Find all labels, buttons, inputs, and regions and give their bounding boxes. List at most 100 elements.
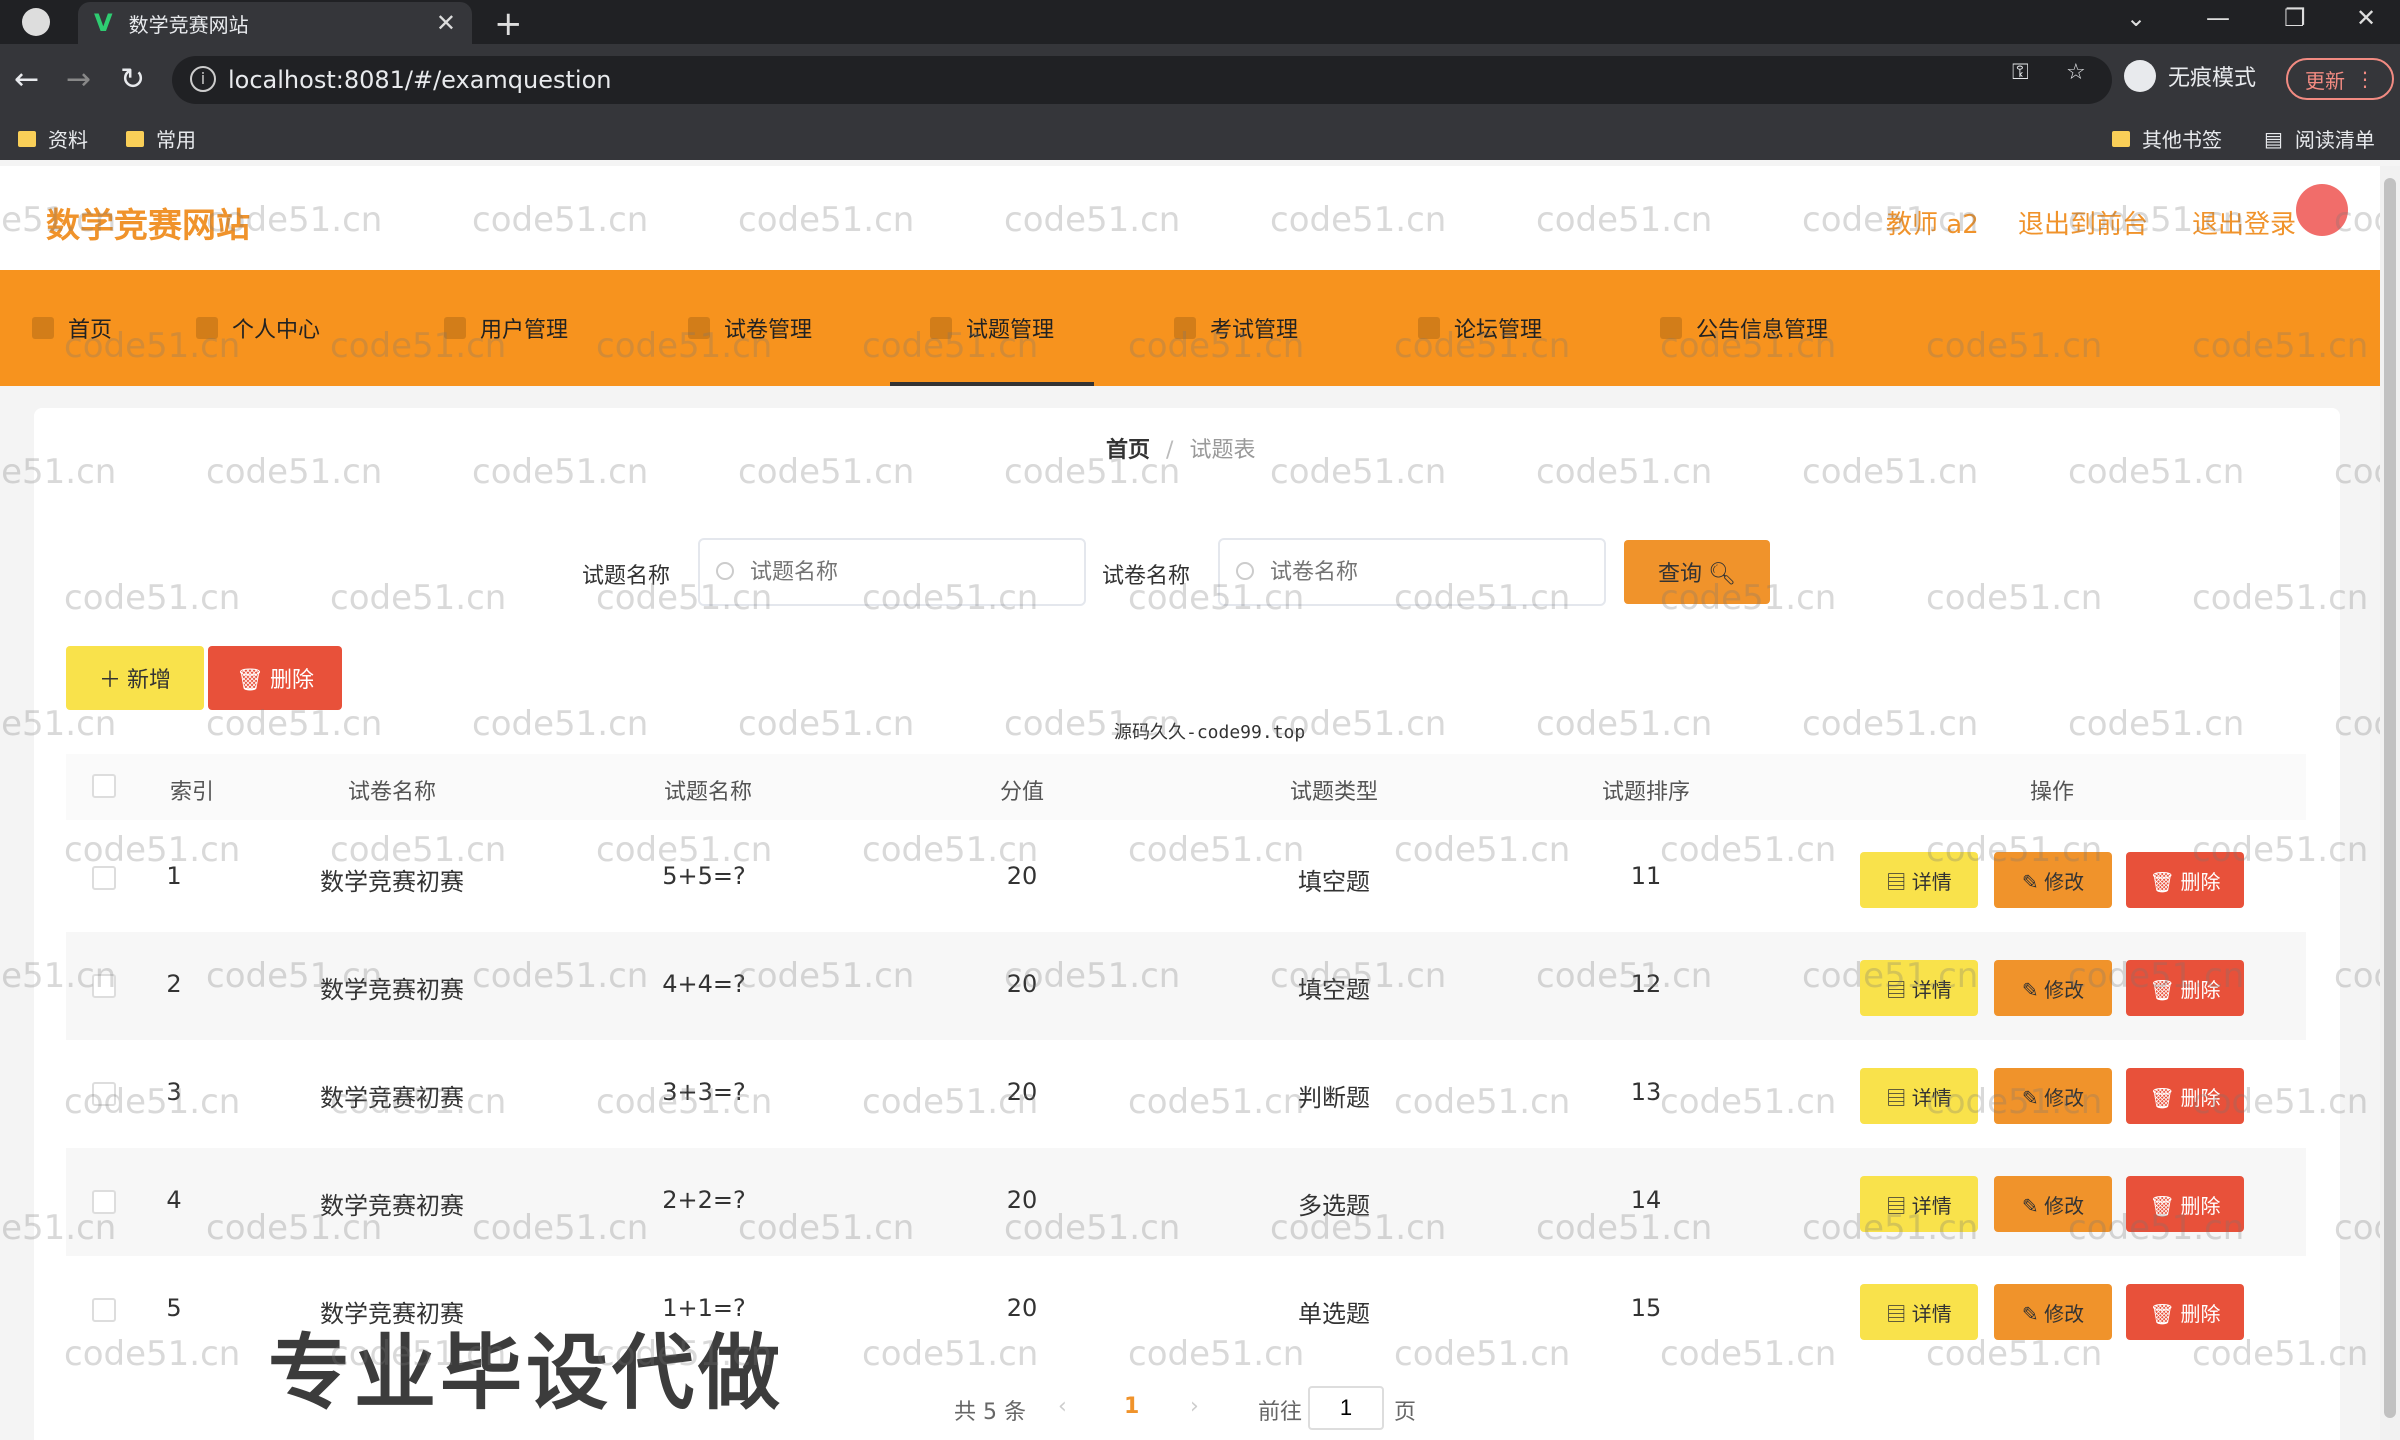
- menu-item-forum[interactable]: 论坛管理: [1418, 270, 1542, 386]
- cell-paper: 数学竞赛初赛: [320, 868, 464, 896]
- tab-search-icon[interactable]: ⌄: [2126, 4, 2146, 32]
- back-icon[interactable]: ←: [14, 62, 39, 97]
- menu-item-exams[interactable]: 考试管理: [1174, 270, 1298, 386]
- prev-page-icon[interactable]: ‹: [1058, 1394, 1067, 1419]
- detail-button[interactable]: ▤ 详情: [1860, 960, 1978, 1016]
- cell-score: 20: [1006, 1078, 1038, 1106]
- app-header: 数学竞赛网站 教师 a2 退出到前台 退出登录: [0, 166, 2380, 270]
- site-info-icon[interactable]: i: [190, 66, 216, 92]
- edit-button[interactable]: ✎ 修改: [1994, 852, 2112, 908]
- menu-item-profile[interactable]: 个人中心: [196, 270, 320, 386]
- next-page-icon[interactable]: ›: [1190, 1394, 1199, 1419]
- cell-score: 20: [1006, 1186, 1038, 1214]
- reading-list[interactable]: ▤ 阅读清单: [2264, 124, 2375, 153]
- trash-icon: 🗑: [2149, 979, 2181, 1002]
- notice-icon: [1660, 317, 1682, 339]
- close-window-icon[interactable]: ✕: [2356, 4, 2376, 32]
- forward-icon[interactable]: →: [66, 62, 91, 97]
- delete-button[interactable]: 🗑 删除: [2126, 852, 2244, 908]
- edit-button[interactable]: ✎ 修改: [1994, 1068, 2112, 1124]
- menu-item-users[interactable]: 用户管理: [444, 270, 568, 386]
- menu-label: 用户管理: [480, 318, 569, 343]
- update-button[interactable]: 更新 ⋮: [2286, 58, 2394, 100]
- row-checkbox[interactable]: [92, 974, 116, 998]
- cell-index: 1: [166, 862, 182, 890]
- delete-button[interactable]: 🗑 删除: [2126, 960, 2244, 1016]
- add-button[interactable]: ＋ 新增: [66, 646, 204, 710]
- breadcrumb-home[interactable]: 首页: [1106, 438, 1150, 463]
- tab-close-icon[interactable]: ✕: [436, 9, 456, 37]
- vue-favicon-icon: V: [94, 9, 113, 37]
- back-to-front-link[interactable]: 退出到前台: [2018, 204, 2148, 241]
- delete-button[interactable]: 🗑 删除: [2126, 1068, 2244, 1124]
- detail-label: 详情: [1911, 1195, 1952, 1218]
- goto-page-input[interactable]: [1308, 1386, 1384, 1430]
- edit-button[interactable]: ✎ 修改: [1994, 960, 2112, 1016]
- menu-item-questions[interactable]: 试题管理: [889, 270, 1095, 386]
- paper-name-label: 试卷名称: [1102, 564, 1191, 589]
- bookmark-label: 常用: [156, 128, 196, 152]
- bookmark-item[interactable]: 常用: [126, 124, 196, 153]
- menu-item-notices[interactable]: 公告信息管理: [1660, 270, 1828, 386]
- table-row: 2 数学竞赛初赛 4+4=? 20 填空题 12 ▤ 详情 ✎ 修改 🗑 删除: [66, 932, 2306, 1040]
- cell-question: 4+4=?: [662, 970, 746, 998]
- delete-button[interactable]: 🗑 删除: [2126, 1176, 2244, 1232]
- edit-button[interactable]: ✎ 修改: [1994, 1284, 2112, 1340]
- edit-icon: ✎: [2021, 979, 2045, 1002]
- trash-icon: 🗑: [2149, 1195, 2181, 1218]
- row-checkbox[interactable]: [92, 1298, 116, 1322]
- detail-button[interactable]: ▤ 详情: [1860, 1068, 1978, 1124]
- home-icon: [32, 317, 54, 339]
- row-checkbox[interactable]: [92, 1082, 116, 1106]
- edit-label: 修改: [2044, 871, 2085, 894]
- reload-icon[interactable]: ↻: [120, 62, 145, 97]
- site-title[interactable]: 数学竞赛网站: [46, 198, 250, 247]
- delete-label: 删除: [2180, 1303, 2221, 1326]
- cell-score: 20: [1006, 1294, 1038, 1322]
- row-checkbox[interactable]: [92, 866, 116, 890]
- bookmark-item[interactable]: 资料: [18, 124, 88, 153]
- detail-button[interactable]: ▤ 详情: [1860, 1284, 1978, 1340]
- cell-index: 3: [166, 1078, 182, 1106]
- browser-logo-icon[interactable]: [22, 8, 50, 36]
- browser-tab[interactable]: V 数学竞赛网站 ✕: [78, 2, 472, 44]
- detail-button[interactable]: ▤ 详情: [1860, 1176, 1978, 1232]
- restore-icon[interactable]: ❐: [2284, 4, 2306, 32]
- detail-label: 详情: [1911, 979, 1952, 1002]
- incognito-indicator[interactable]: 无痕模式: [2124, 60, 2256, 92]
- page-number[interactable]: 1: [1124, 1394, 1139, 1419]
- bookmark-star-icon[interactable]: ☆: [2066, 60, 2086, 85]
- cell-type: 填空题: [1298, 976, 1370, 1004]
- url-text: localhost:8081/#/examquestion: [228, 66, 612, 94]
- edit-label: 修改: [2044, 1087, 2085, 1110]
- cell-type: 单选题: [1298, 1300, 1370, 1328]
- address-bar[interactable]: i localhost:8081/#/examquestion: [172, 56, 2112, 104]
- query-button[interactable]: 查询 🔍︎: [1624, 540, 1770, 604]
- table-row: 4 数学竞赛初赛 2+2=? 20 多选题 14 ▤ 详情 ✎ 修改 🗑 删除: [66, 1148, 2306, 1256]
- batch-delete-button[interactable]: 🗑 删除: [208, 646, 342, 710]
- paper-name-input[interactable]: [1218, 538, 1606, 606]
- question-name-input[interactable]: [698, 538, 1086, 606]
- scrollbar-thumb[interactable]: [2384, 178, 2396, 1418]
- delete-button[interactable]: 🗑 删除: [2126, 1284, 2244, 1340]
- select-all-checkbox[interactable]: [92, 774, 116, 798]
- menu-item-home[interactable]: 首页: [32, 270, 112, 386]
- menu-item-papers[interactable]: 试卷管理: [688, 270, 812, 386]
- trash-icon: 🗑: [2149, 871, 2181, 894]
- breadcrumb: 首页 / 试题表: [1106, 432, 1255, 464]
- other-bookmarks[interactable]: 其他书签: [2112, 124, 2222, 153]
- cell-paper: 数学竞赛初赛: [320, 1192, 464, 1220]
- minimize-icon[interactable]: —: [2206, 4, 2230, 32]
- query-label: 查询: [1657, 561, 1702, 586]
- cell-paper: 数学竞赛初赛: [320, 1084, 464, 1112]
- detail-button[interactable]: ▤ 详情: [1860, 852, 1978, 908]
- cell-index: 2: [166, 970, 182, 998]
- table-header: 索引 试卷名称 试题名称 分值 试题类型 试题排序 操作: [66, 754, 2306, 820]
- logout-link[interactable]: 退出登录: [2192, 204, 2296, 241]
- key-icon[interactable]: ⚿: [2012, 60, 2029, 85]
- row-checkbox[interactable]: [92, 1190, 116, 1214]
- edit-label: 修改: [2044, 1195, 2085, 1218]
- menu-label: 个人中心: [232, 318, 321, 343]
- edit-button[interactable]: ✎ 修改: [1994, 1176, 2112, 1232]
- new-tab-icon[interactable]: +: [494, 4, 523, 44]
